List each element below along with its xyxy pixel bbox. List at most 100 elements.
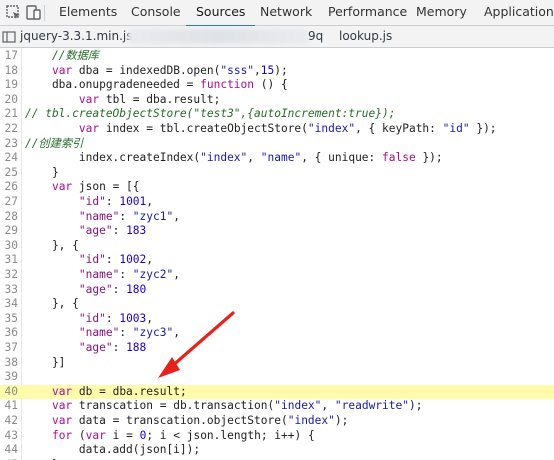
code-line[interactable]: 37 "age": 188 bbox=[0, 341, 554, 356]
code-line[interactable]: 31 "id": 1002, bbox=[0, 253, 554, 268]
redacted-file-tab[interactable] bbox=[128, 29, 308, 44]
line-number[interactable]: 40 bbox=[0, 385, 18, 400]
code-line[interactable]: 41 var transcation = db.transaction("ind… bbox=[0, 399, 554, 414]
file-tabs-bar: jquery-3.3.1.min.js 9q lookup.js bbox=[0, 26, 554, 48]
line-number[interactable]: 18 bbox=[0, 64, 18, 79]
code-line[interactable]: 33 "age": 180 bbox=[0, 283, 554, 298]
code-text: "age": 188 bbox=[78, 341, 147, 354]
line-number[interactable]: 42 bbox=[0, 414, 18, 429]
tab-sources[interactable]: Sources bbox=[185, 0, 257, 27]
line-number[interactable]: 31 bbox=[0, 253, 18, 268]
code-line[interactable]: 24 index.createIndex("index", "name", { … bbox=[0, 151, 554, 166]
device-toggle-icon[interactable] bbox=[25, 4, 42, 21]
code-text: var dba = indexedDB.open("sss",15); bbox=[51, 63, 288, 77]
code-line[interactable]: 36 "name": "zyc3", bbox=[0, 326, 554, 341]
code-text: // tbl.createObjectStore("test3",{autoIn… bbox=[25, 107, 396, 121]
line-number[interactable]: 36 bbox=[0, 326, 18, 341]
line-number[interactable]: 26 bbox=[0, 180, 18, 195]
devtools-toolbar: Elements Console Sources Network Perform… bbox=[0, 0, 554, 27]
navigator-toggle-icon[interactable] bbox=[2, 30, 16, 44]
line-number[interactable]: 44 bbox=[0, 443, 18, 458]
code-line[interactable]: 43 for (var i = 0; i < json.length; i++)… bbox=[0, 429, 554, 444]
code-text: var data = transcation.objectStore("inde… bbox=[51, 414, 349, 427]
code-line[interactable]: 28 "name": "zyc1", bbox=[0, 210, 554, 225]
line-number[interactable]: 37 bbox=[0, 341, 18, 356]
code-line[interactable]: 42 var data = transcation.objectStore("i… bbox=[0, 414, 554, 429]
line-number[interactable]: 43 bbox=[0, 429, 18, 444]
code-text: //数据库 bbox=[51, 49, 99, 62]
toolbar-divider bbox=[44, 5, 45, 21]
code-text: var transcation = db.transaction("index"… bbox=[51, 399, 423, 413]
line-number[interactable]: 21 bbox=[0, 107, 18, 122]
inspect-icon[interactable] bbox=[5, 4, 22, 21]
line-number[interactable]: 25 bbox=[0, 166, 18, 181]
tab-memory[interactable]: Memory bbox=[416, 0, 467, 26]
file-tab-redacted-suffix: 9q bbox=[308, 29, 324, 43]
tab-performance[interactable]: Performance bbox=[328, 0, 407, 26]
code-line[interactable]: 32 "name": "zyc2", bbox=[0, 268, 554, 283]
code-line[interactable]: 27 "id": 1001, bbox=[0, 195, 554, 210]
file-tab-jquery[interactable]: jquery-3.3.1.min.js bbox=[20, 26, 132, 47]
code-line[interactable]: 20 var tbl = dba.result; bbox=[0, 93, 554, 108]
code-text: index.createIndex("index", "name", { uni… bbox=[25, 151, 443, 165]
code-text: for (var i = 0; i < json.length; i++) { bbox=[51, 428, 315, 442]
line-number[interactable]: 29 bbox=[0, 224, 18, 239]
code-line[interactable]: 39 bbox=[0, 370, 554, 385]
code-text: var json = [{ bbox=[51, 180, 140, 194]
line-number[interactable]: 17 bbox=[0, 49, 18, 64]
code-line[interactable]: 35 "id": 1003, bbox=[0, 312, 554, 327]
line-number[interactable]: 30 bbox=[0, 239, 18, 254]
code-line[interactable]: 25 } bbox=[0, 166, 554, 181]
code-text: "name": "zyc3", bbox=[78, 326, 180, 340]
line-number[interactable]: 35 bbox=[0, 312, 18, 327]
code-line[interactable]: 19 dba.onupgradeneeded = function () { bbox=[0, 78, 554, 93]
line-number[interactable]: 19 bbox=[0, 78, 18, 93]
tab-console[interactable]: Console bbox=[131, 0, 181, 26]
tab-elements[interactable]: Elements bbox=[59, 0, 117, 26]
code-text: var index = tbl.createObjectStore("index… bbox=[78, 122, 497, 135]
line-number[interactable]: 39 bbox=[0, 370, 18, 385]
line-number[interactable]: 28 bbox=[0, 210, 18, 225]
line-number[interactable]: 41 bbox=[0, 399, 18, 414]
code-text: } bbox=[25, 165, 59, 179]
code-text: "id": 1001, bbox=[78, 195, 154, 208]
line-number[interactable]: 34 bbox=[0, 297, 18, 312]
code-line[interactable]: 30 }, { bbox=[0, 239, 554, 254]
tab-network[interactable]: Network bbox=[260, 0, 312, 26]
line-number[interactable]: 22 bbox=[0, 122, 18, 137]
code-text: var db = dba.result; bbox=[51, 384, 187, 398]
code-text: "id": 1003, bbox=[78, 311, 154, 325]
line-number[interactable]: 32 bbox=[0, 268, 18, 283]
line-number[interactable]: 38 bbox=[0, 356, 18, 371]
line-number[interactable]: 20 bbox=[0, 93, 18, 108]
code-text: "name": "zyc2", bbox=[78, 268, 180, 281]
code-line[interactable]: 17 //数据库 bbox=[0, 49, 554, 64]
line-number[interactable]: 27 bbox=[0, 195, 18, 210]
code-text: "name": "zyc1", bbox=[78, 209, 180, 223]
code-text: data.add(json[i]); bbox=[25, 443, 201, 457]
code-text: "id": 1002, bbox=[78, 253, 154, 267]
code-text: }] bbox=[25, 355, 66, 369]
code-line[interactable]: 22 var index = tbl.createObjectStore("in… bbox=[0, 122, 554, 137]
code-line[interactable]: 44 data.add(json[i]); bbox=[0, 443, 554, 458]
code-text: }, { bbox=[25, 297, 79, 311]
line-number[interactable]: 33 bbox=[0, 283, 18, 298]
code-line[interactable]: 18 var dba = indexedDB.open("sss",15); bbox=[0, 64, 554, 79]
code-text: var tbl = dba.result; bbox=[78, 92, 221, 106]
code-line[interactable]: 34 }, { bbox=[0, 297, 554, 312]
code-line[interactable]: 26 var json = [{ bbox=[0, 180, 554, 195]
code-line[interactable]: 23 //创建索引 bbox=[0, 137, 554, 152]
file-tab-lookup[interactable]: lookup.js bbox=[339, 26, 392, 47]
code-line[interactable]: 29 "age": 183 bbox=[0, 224, 554, 239]
line-number[interactable]: 23 bbox=[0, 137, 18, 152]
code-line[interactable]: 40 var db = dba.result; bbox=[0, 384, 554, 400]
code-text: //创建索引 bbox=[25, 136, 84, 150]
code-text: }, { bbox=[25, 238, 79, 252]
code-text: "age": 183 bbox=[78, 224, 147, 238]
code-text: "age": 180 bbox=[78, 282, 147, 296]
code-editor[interactable]: 17 //数据库 18 var dba = indexedDB.open("sss… bbox=[0, 48, 554, 460]
code-line[interactable]: 38 }] bbox=[0, 356, 554, 371]
code-line[interactable]: 21 // tbl.createObjectStore("test3",{auto… bbox=[0, 107, 554, 122]
tab-application[interactable]: Application bbox=[484, 0, 554, 26]
line-number[interactable]: 24 bbox=[0, 151, 18, 166]
